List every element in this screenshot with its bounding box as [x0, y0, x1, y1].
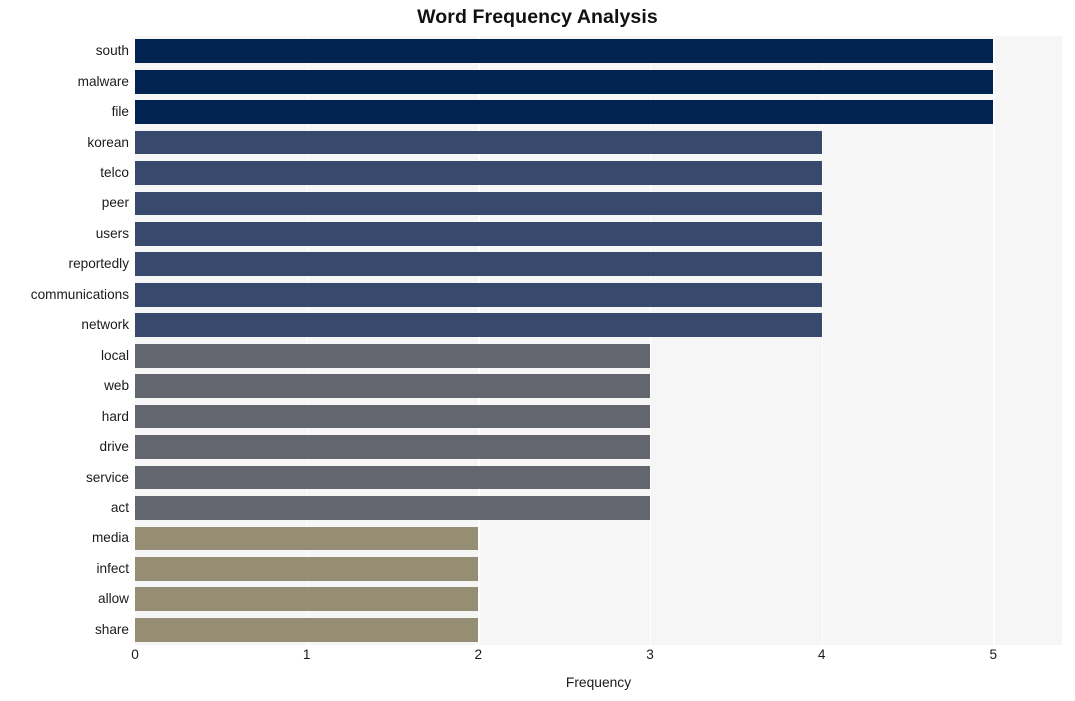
x-axis-label: Frequency	[565, 675, 632, 690]
bar-act[interactable]	[135, 496, 650, 520]
bar-row[interactable]	[135, 252, 1062, 277]
bar-allow[interactable]	[135, 587, 479, 612]
word-frequency-chart-figure: Word Frequency Analysis south malware file…	[0, 0, 1075, 701]
bar-row[interactable]	[135, 404, 1062, 429]
bar-file[interactable]	[135, 100, 994, 124]
bar-malware[interactable]	[135, 69, 994, 94]
bar-row[interactable]	[135, 130, 1062, 155]
chart-title: Word Frequency Analysis	[417, 6, 658, 28]
bar-service[interactable]	[135, 465, 650, 490]
bar-share[interactable]	[135, 617, 479, 642]
y-tick-label-web: web	[104, 378, 129, 394]
bar-row[interactable]	[135, 222, 1062, 246]
y-tick-label-media: media	[91, 530, 129, 546]
y-tick-label-communications: communications	[30, 286, 129, 302]
y-tick-label-infect: infect	[96, 560, 130, 576]
y-tick-label-korean: korean	[87, 134, 129, 150]
bar-row[interactable]	[135, 435, 1062, 459]
bar-hard[interactable]	[135, 404, 650, 429]
bar-row[interactable]	[135, 313, 1062, 338]
bar-row[interactable]	[135, 617, 1062, 642]
x-tick-label-1: 1	[302, 647, 311, 662]
y-tick-label-telco: telco	[100, 165, 129, 181]
bar-telco[interactable]	[135, 161, 822, 185]
bar-row[interactable]	[135, 282, 1062, 307]
bar-row[interactable]	[135, 39, 1062, 64]
y-tick-label-south: south	[95, 43, 129, 59]
x-tick-label-4: 4	[817, 647, 826, 662]
plot-area	[135, 36, 1062, 645]
y-tick-label-users: users	[95, 225, 129, 241]
y-tick-label-drive: drive	[99, 439, 129, 455]
y-tick-label-hard: hard	[101, 408, 129, 424]
y-tick-label-allow: allow	[98, 591, 129, 607]
bar-communications[interactable]	[135, 282, 822, 307]
y-tick-label-share: share	[94, 621, 129, 637]
bar-row[interactable]	[135, 587, 1062, 612]
x-tick-label-5: 5	[989, 647, 998, 662]
bar-row[interactable]	[135, 465, 1062, 490]
bar-row[interactable]	[135, 69, 1062, 94]
bar-row[interactable]	[135, 343, 1062, 368]
y-tick-label-malware: malware	[77, 73, 129, 89]
bar-row[interactable]	[135, 556, 1062, 581]
bar-reportedly[interactable]	[135, 252, 822, 277]
x-axis-tick-labels: 0 1 2 3 4 5	[131, 647, 1062, 670]
bar-users[interactable]	[135, 222, 822, 246]
x-tick-label-0: 0	[131, 647, 139, 662]
bar-infect[interactable]	[135, 556, 479, 581]
bar-local[interactable]	[135, 343, 650, 368]
bar-row[interactable]	[135, 191, 1062, 216]
bar-row[interactable]	[135, 100, 1062, 124]
x-tick-label-3: 3	[646, 647, 654, 662]
bar-drive[interactable]	[135, 435, 650, 459]
y-axis-tick-labels: south malware file korean telco peer users repo…	[0, 36, 129, 645]
bar-south[interactable]	[135, 39, 994, 64]
y-tick-label-network: network	[81, 317, 129, 333]
y-tick-label-service: service	[85, 469, 129, 485]
y-tick-label-peer: peer	[101, 195, 129, 211]
bar-korean[interactable]	[135, 130, 822, 155]
bar-row[interactable]	[135, 374, 1062, 399]
bar-row[interactable]	[135, 526, 1062, 551]
bar-web[interactable]	[135, 374, 650, 399]
bar-media[interactable]	[135, 526, 479, 551]
bars-layer	[135, 36, 1062, 645]
y-tick-label-local: local	[101, 347, 129, 363]
bar-row[interactable]	[135, 496, 1062, 520]
y-tick-label-act: act	[110, 499, 129, 515]
y-tick-label-reportedly: reportedly	[68, 256, 129, 272]
bar-peer[interactable]	[135, 191, 822, 216]
bar-row[interactable]	[135, 161, 1062, 185]
x-tick-label-2: 2	[474, 647, 483, 662]
y-tick-label-file: file	[111, 104, 129, 120]
bar-network[interactable]	[135, 313, 822, 338]
